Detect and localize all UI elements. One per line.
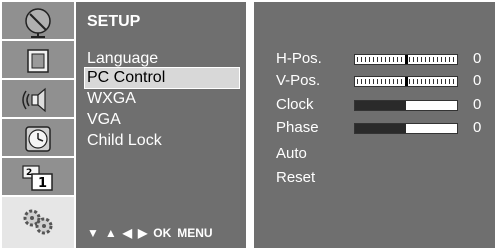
- ok-hint: OK: [153, 226, 172, 240]
- adjust-value: 0: [473, 119, 482, 136]
- setup-menu: SETUP Language PC Control WXGA VGA Child…: [76, 2, 246, 248]
- up-arrow-icon: ▲: [104, 226, 117, 240]
- adjust-label: Clock: [276, 96, 314, 113]
- adjust-row-v-pos[interactable]: V-Pos. 0: [276, 71, 491, 91]
- menu-item-wxga[interactable]: WXGA: [87, 89, 241, 109]
- osd-menu: 2 1 SETUP Language PC Control WXGA VGA C…: [0, 0, 497, 250]
- clock-icon[interactable]: [2, 119, 74, 158]
- svg-text:1: 1: [38, 176, 47, 191]
- adjust-row-h-pos[interactable]: H-Pos. 0: [276, 49, 491, 69]
- icon-column: 2 1: [2, 2, 74, 248]
- left-arrow-icon: ◀: [122, 226, 133, 240]
- adjust-label: H-Pos.: [276, 50, 322, 67]
- menu-item-language[interactable]: Language: [87, 49, 241, 69]
- speaker-icon[interactable]: [2, 80, 74, 119]
- adjust-value: 0: [473, 72, 482, 89]
- menu-hint: MENU: [177, 226, 213, 240]
- adjust-label: Phase: [276, 119, 319, 136]
- right-arrow-icon: ▶: [138, 226, 148, 240]
- pc-control-panel: H-Pos. 0 V-Pos. 0 Clock 0 Phase 0 Auto R…: [254, 2, 495, 248]
- adjust-label: V-Pos.: [276, 72, 321, 89]
- adjust-row-clock[interactable]: Clock 0: [276, 95, 491, 115]
- h-pos-slider[interactable]: [354, 54, 458, 65]
- menu-item-vga[interactable]: VGA: [87, 110, 241, 130]
- v-pos-slider[interactable]: [354, 76, 458, 87]
- menu-item-child-lock[interactable]: Child Lock: [87, 131, 241, 151]
- clock-slider[interactable]: [354, 100, 458, 111]
- phase-slider[interactable]: [354, 123, 458, 134]
- gears-icon[interactable]: [2, 197, 74, 248]
- screen-icon[interactable]: 2 1: [2, 158, 74, 197]
- down-arrow-icon: ▼: [87, 226, 99, 240]
- adjust-row-phase[interactable]: Phase 0: [276, 118, 491, 138]
- picture-frame-icon[interactable]: [2, 41, 74, 80]
- navigation-hint: ▼ ▲ ◀ ▶ OK MENU: [87, 226, 219, 240]
- auto-action[interactable]: Auto: [276, 145, 307, 162]
- menu-item-pc-control[interactable]: PC Control: [84, 67, 240, 89]
- menu-title: SETUP: [87, 13, 141, 30]
- adjust-value: 0: [473, 50, 482, 67]
- adjust-value: 0: [473, 96, 482, 113]
- satellite-dish-icon[interactable]: [2, 2, 74, 41]
- reset-action[interactable]: Reset: [276, 169, 315, 186]
